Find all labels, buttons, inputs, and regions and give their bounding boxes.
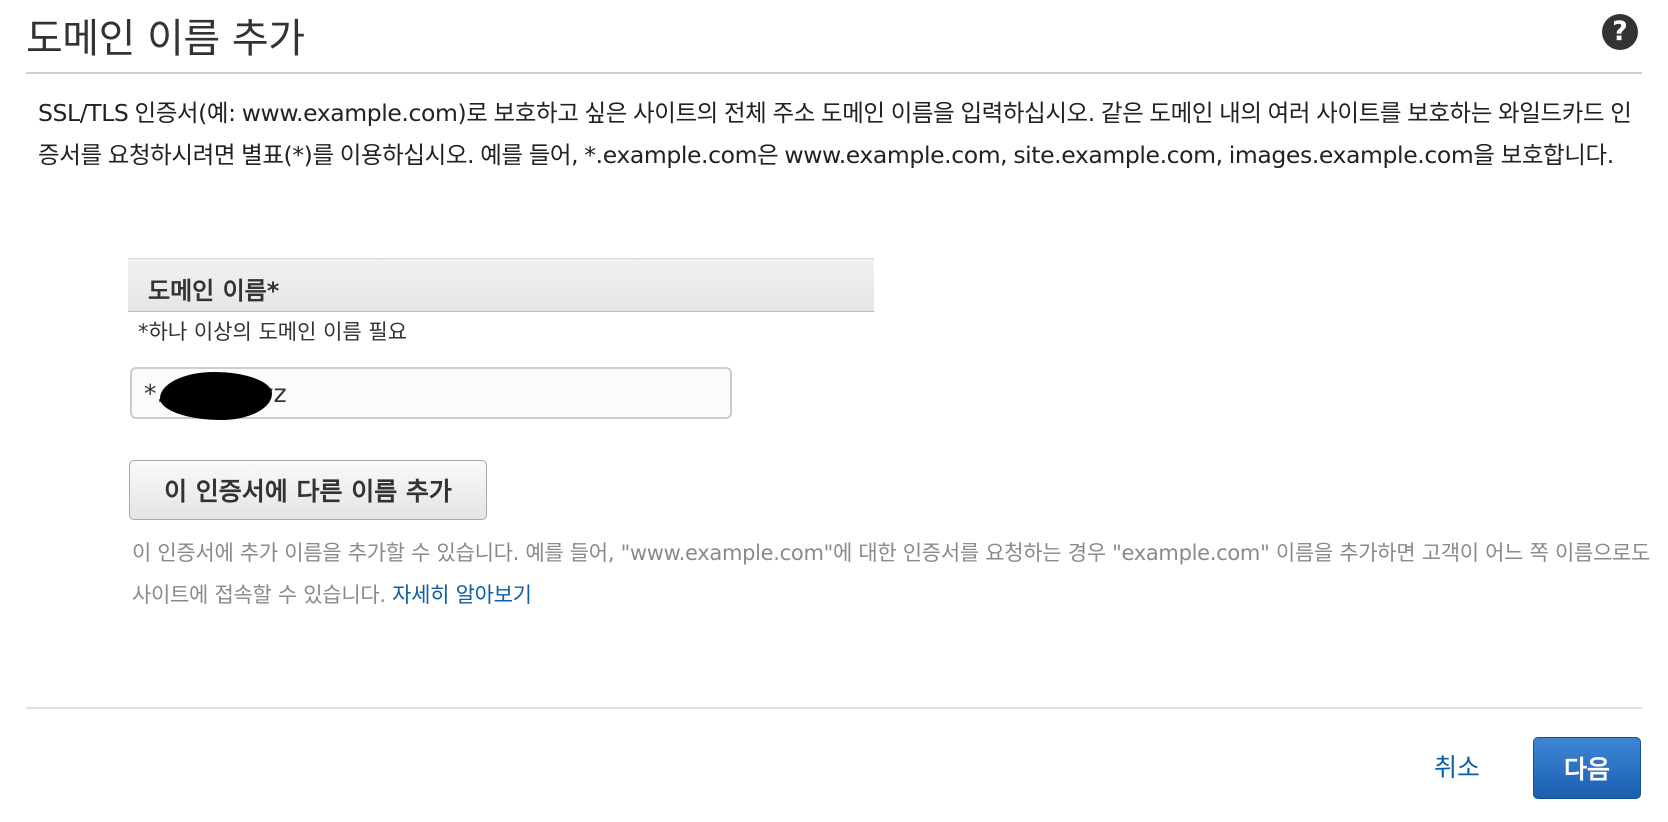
page-title: 도메인 이름 추가 bbox=[26, 16, 305, 62]
add-another-name-button[interactable]: 이 인증서에 다른 이름 추가 bbox=[129, 460, 487, 520]
add-name-help-text: 이 인증서에 추가 이름을 추가할 수 있습니다. 예를 들어, "www.ex… bbox=[132, 532, 1652, 616]
help-question-icon[interactable]: ? bbox=[1602, 14, 1638, 50]
learn-more-link[interactable]: 자세히 알아보기 bbox=[392, 583, 532, 607]
page-description: SSL/TLS 인증서(예: www.example.com)로 보호하고 싶은… bbox=[38, 99, 1632, 169]
domain-name-section-header: 도메인 이름* bbox=[128, 258, 874, 312]
cancel-link[interactable]: 취소 bbox=[1434, 748, 1480, 784]
required-note: *하나 이상의 도메인 이름 필요 bbox=[138, 320, 408, 344]
redaction-mark bbox=[160, 372, 272, 420]
title-divider bbox=[26, 72, 1642, 74]
add-name-help-body: 이 인증서에 추가 이름을 추가할 수 있습니다. 예를 들어, "www.ex… bbox=[132, 541, 1651, 607]
domain-name-label: 도메인 이름* bbox=[148, 277, 280, 305]
footer-divider bbox=[26, 707, 1642, 709]
next-button[interactable]: 다음 bbox=[1533, 737, 1641, 799]
